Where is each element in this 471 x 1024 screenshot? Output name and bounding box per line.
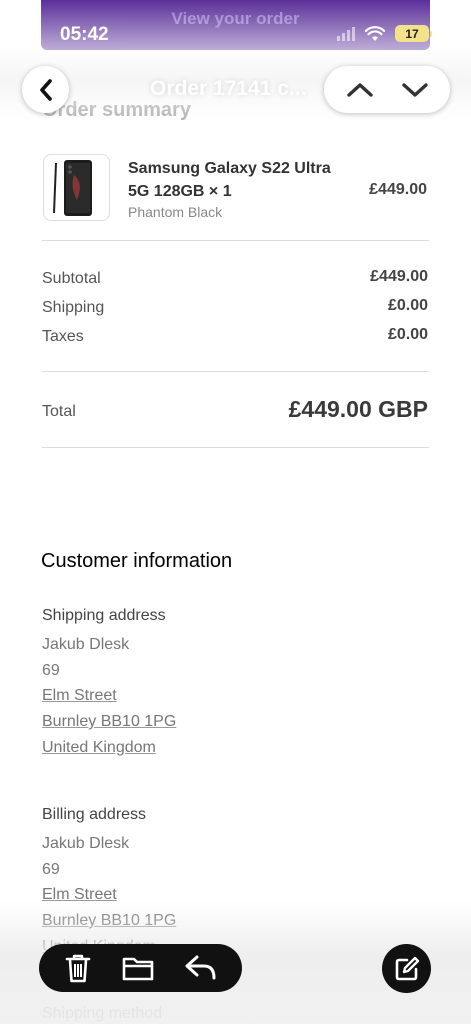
taxes-label: Taxes: [42, 328, 84, 345]
mail-action-bar: [39, 944, 242, 992]
move-to-folder-button[interactable]: [121, 954, 155, 982]
battery-icon: 17: [395, 25, 432, 42]
shipping-address-heading: Shipping address: [42, 607, 166, 624]
chevron-down-icon: [401, 82, 428, 97]
divider: [42, 447, 429, 448]
signal-icon: [337, 26, 355, 41]
phone-image: [53, 160, 92, 216]
page-title: Order 17141 c...: [150, 77, 307, 100]
compose-button[interactable]: [382, 944, 431, 993]
taxes-value: £0.00: [387, 326, 428, 343]
billing-address-heading: Billing address: [42, 806, 147, 823]
product-thumbnail: [43, 154, 110, 221]
total-label: Total: [42, 403, 76, 420]
status-icons: 17: [337, 25, 432, 42]
shipping-number: 69: [42, 662, 60, 679]
customer-information-heading: Customer information: [41, 550, 233, 572]
divider: [42, 371, 429, 372]
back-button[interactable]: [22, 66, 69, 113]
trash-icon: [65, 954, 91, 983]
billing-city-link[interactable]: Burnley BB10 1PG: [42, 912, 176, 930]
shipping-street-link[interactable]: Elm Street: [42, 687, 117, 705]
shipping-label: Shipping: [42, 299, 105, 316]
product-name: Samsung Galaxy S22 Ultra 5G 128GB × 1: [128, 160, 331, 200]
shipping-value: £0.00: [387, 297, 428, 314]
billing-number: 69: [42, 861, 60, 878]
shipping-name: Jakub Dlesk: [42, 636, 130, 653]
divider: [42, 240, 429, 241]
shipping-country-link[interactable]: United Kingdom: [42, 739, 156, 757]
reply-icon: [185, 955, 216, 980]
subtotal-label: Subtotal: [42, 270, 101, 287]
billing-name: Jakub Dlesk: [42, 835, 130, 852]
product-price: £449.00: [369, 181, 427, 198]
previous-order-button[interactable]: [345, 80, 375, 100]
shipping-city-link[interactable]: Burnley BB10 1PG: [42, 713, 176, 731]
next-order-button[interactable]: [400, 80, 430, 100]
status-time: 05:42: [60, 24, 109, 45]
compose-icon: [395, 956, 419, 980]
folder-icon: [123, 957, 154, 981]
battery-level: 17: [405, 26, 419, 41]
chevron-left-icon: [39, 78, 52, 101]
product-variant: Phantom Black: [128, 204, 223, 220]
reply-button[interactable]: [184, 954, 218, 982]
delete-button[interactable]: [63, 952, 93, 984]
subtotal-value: £449.00: [370, 268, 428, 285]
shipping-method-heading: Shipping method: [42, 1005, 163, 1022]
prev-next-control: [324, 66, 450, 113]
total-value: £449.00 GBP: [288, 396, 428, 422]
chevron-up-icon: [346, 82, 373, 97]
wifi-icon: [365, 25, 385, 41]
billing-street-link[interactable]: Elm Street: [42, 886, 117, 904]
